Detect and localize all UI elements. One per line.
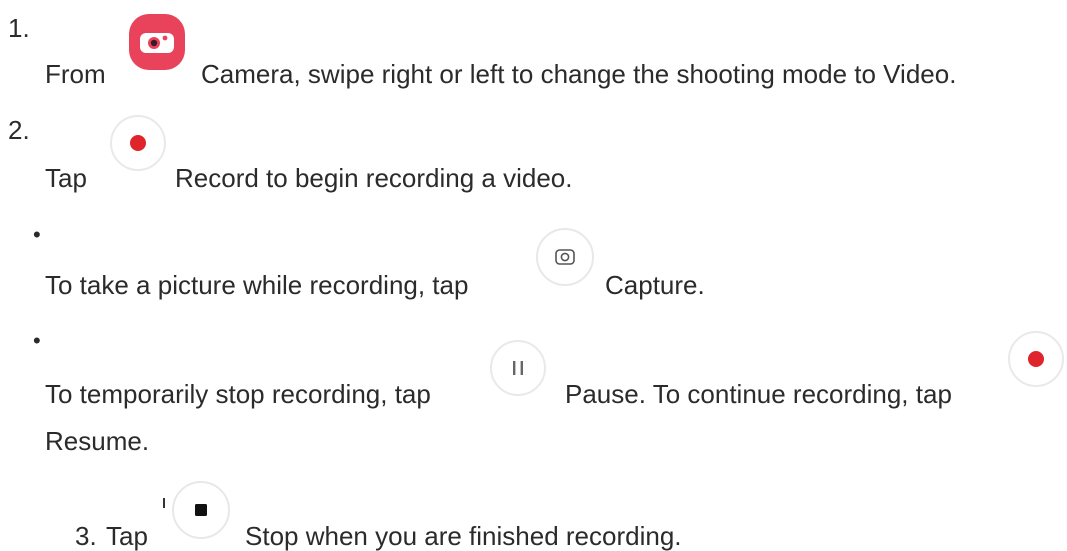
bullet-1-prefix: To take a picture while recording, tap: [45, 270, 469, 300]
step-3-tick: [163, 498, 165, 508]
bullet-1-marker: •: [33, 222, 41, 247]
bullet-2-line2: Resume.: [45, 426, 150, 456]
step-1-prefix: From: [45, 59, 106, 89]
step-3-marker: 3.: [75, 521, 97, 551]
capture-button-icon: [536, 228, 594, 286]
pause-button-icon: [490, 340, 546, 396]
resume-button-icon: [1008, 331, 1064, 387]
bullet-2-prefix: To temporarily stop recording, tap: [45, 379, 431, 409]
record-button-icon: [110, 115, 166, 171]
bullet-2-label: Pause. To continue recording, tap: [565, 379, 952, 409]
step-3-prefix: Tap: [106, 521, 148, 551]
bullet-2-marker: •: [33, 328, 41, 353]
step-3-label: Stop when you are finished recording.: [245, 521, 682, 551]
step-2-prefix: Tap: [45, 163, 87, 193]
step-2-label: Record to begin recording a video.: [175, 163, 573, 193]
camera-app-icon: [129, 14, 185, 70]
bullet-1-label: Capture.: [605, 270, 705, 300]
step-1-marker: 1.: [8, 13, 30, 43]
stop-button-icon: [172, 481, 230, 539]
step-2-marker: 2.: [8, 115, 30, 145]
step-1-label: Camera, swipe right or left to change th…: [201, 59, 957, 89]
